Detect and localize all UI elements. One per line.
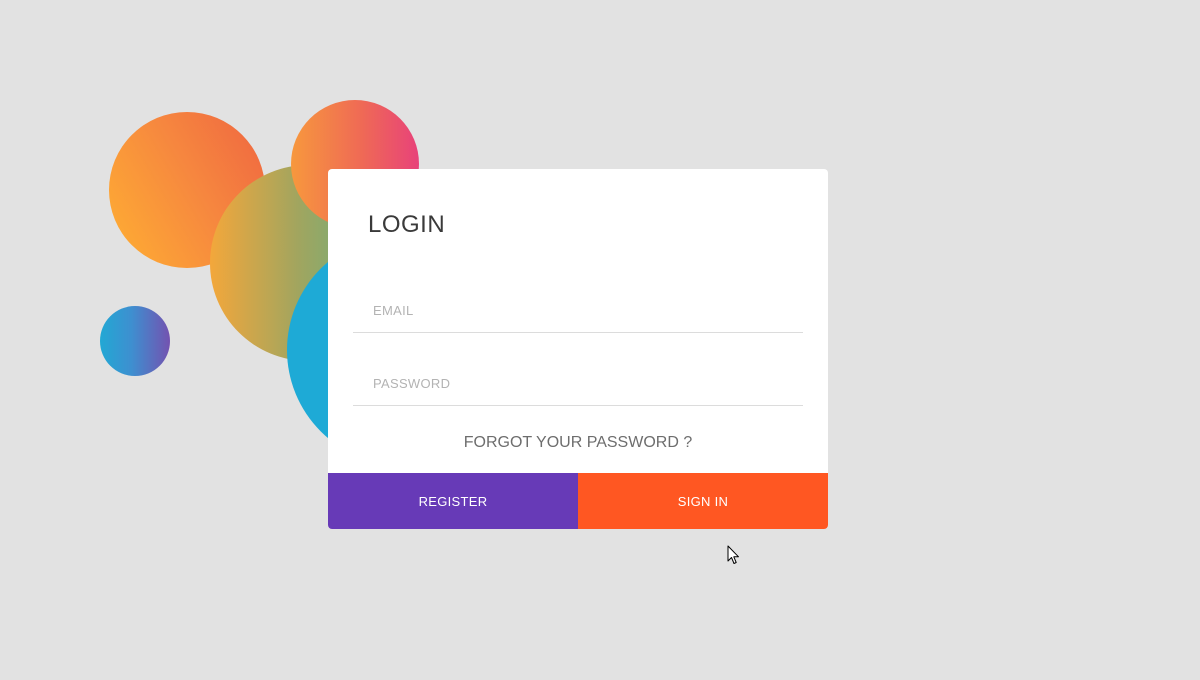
- login-card: LOGIN FORGOT YOUR PASSWORD ? REGISTER SI…: [328, 169, 828, 529]
- password-field-container: [353, 361, 803, 406]
- register-button[interactable]: REGISTER: [328, 473, 578, 529]
- password-input[interactable]: [353, 361, 803, 405]
- email-input[interactable]: [353, 288, 803, 332]
- sign-in-button[interactable]: SIGN IN: [578, 473, 828, 529]
- forgot-password-link[interactable]: FORGOT YOUR PASSWORD ?: [328, 434, 828, 452]
- decorative-bubble-blue-small: [100, 306, 170, 376]
- mouse-pointer-icon: [727, 545, 739, 564]
- login-title: LOGIN: [368, 211, 446, 238]
- email-field-container: [353, 288, 803, 333]
